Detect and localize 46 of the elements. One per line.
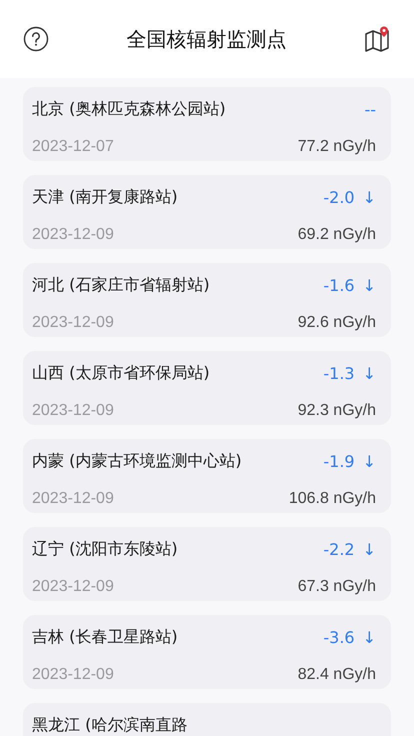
station-card[interactable]: 天津 (南开复康路站) -2.0 ↓ 2023-12-09 69.2 nGy/h (23, 175, 391, 249)
change-value: -1.3 (323, 364, 355, 382)
dose-reading: 82.4 nGy/h (298, 666, 376, 684)
station-card[interactable]: 黑龙江 (哈尔滨南直路 (23, 703, 391, 736)
station-name: 内蒙 (内蒙古环境监测中心站) (32, 450, 243, 472)
page-title: 全国核辐射监测点 (126, 26, 286, 52)
station-name: 天津 (南开复康路站) (32, 186, 179, 208)
dose-reading: 69.2 nGy/h (298, 226, 376, 244)
date-label: 2023-12-09 (32, 314, 115, 332)
station-name: 辽宁 (沈阳市东陵站) (32, 538, 179, 560)
station-name: 山西 (太原市省环保局站) (32, 362, 211, 384)
help-icon[interactable] (23, 26, 49, 52)
date-label: 2023-12-09 (32, 578, 115, 596)
date-label: 2023-12-09 (32, 490, 115, 508)
station-name: 黑龙江 (哈尔滨南直路 (32, 714, 188, 736)
dose-reading: 106.8 nGy/h (288, 490, 376, 508)
station-card[interactable]: 北京 (奥林匹克森林公园站) -- 2023-12-07 77.2 nGy/h (23, 87, 391, 161)
dose-reading: 67.3 nGy/h (298, 578, 376, 596)
station-name: 河北 (石家庄市省辐射站) (32, 274, 211, 296)
date-label: 2023-12-09 (32, 402, 115, 420)
station-card[interactable]: 吉林 (长春卫星路站) -3.6 ↓ 2023-12-09 82.4 nGy/h (23, 615, 391, 689)
down-arrow-icon: ↓ (362, 364, 376, 382)
dose-reading: 92.3 nGy/h (298, 402, 376, 420)
station-card[interactable]: 河北 (石家庄市省辐射站) -1.6 ↓ 2023-12-09 92.6 nGy/h (23, 263, 391, 337)
change-value: -3.6 (323, 628, 355, 646)
change-value: -2.0 (323, 188, 355, 206)
dose-reading: 77.2 nGy/h (298, 138, 376, 156)
down-arrow-icon: ↓ (362, 540, 376, 558)
date-label: 2023-12-07 (32, 138, 115, 156)
change-value: -1.9 (323, 452, 355, 470)
map-pin-icon[interactable] (364, 25, 392, 53)
dose-reading: 92.6 nGy/h (298, 314, 376, 332)
station-name: 北京 (奥林匹克森林公园站) (32, 98, 227, 120)
date-label: 2023-12-09 (32, 226, 115, 244)
down-arrow-icon: ↓ (362, 276, 376, 294)
station-name: 吉林 (长春卫星路站) (32, 626, 179, 648)
down-arrow-icon: ↓ (362, 628, 376, 646)
station-card[interactable]: 内蒙 (内蒙古环境监测中心站) -1.9 ↓ 2023-12-09 106.8 nGy/h (23, 439, 391, 513)
change-value: -2.2 (323, 540, 355, 558)
change-value: -1.6 (323, 276, 355, 294)
station-card[interactable]: 辽宁 (沈阳市东陵站) -2.2 ↓ 2023-12-09 67.3 nGy/h (23, 527, 391, 601)
date-label: 2023-12-09 (32, 666, 115, 684)
change-value: -- (364, 100, 376, 118)
station-card[interactable]: 山西 (太原市省环保局站) -1.3 ↓ 2023-12-09 92.3 nGy/h (23, 351, 391, 425)
down-arrow-icon: ↓ (362, 188, 376, 206)
down-arrow-icon: ↓ (362, 452, 376, 470)
